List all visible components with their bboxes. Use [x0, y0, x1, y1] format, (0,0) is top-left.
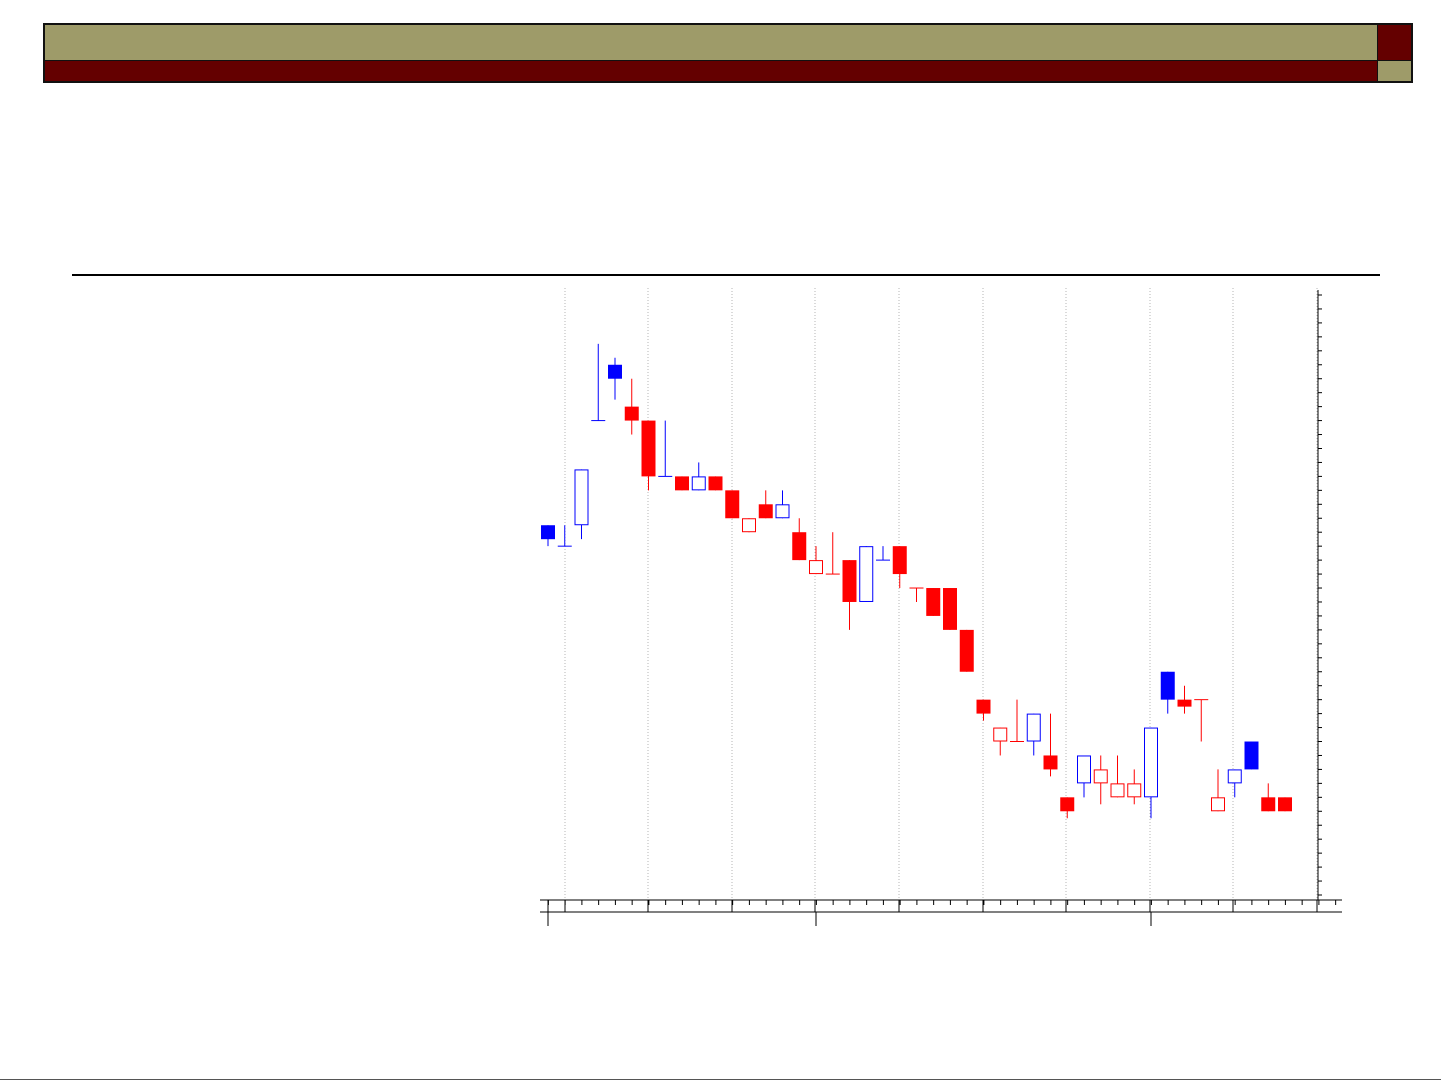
- candle-body: [809, 560, 823, 575]
- candle-body: [1043, 755, 1058, 770]
- candle: [1043, 713, 1058, 777]
- candle: [1194, 699, 1209, 742]
- candle: [1227, 769, 1242, 798]
- candle-body: [1144, 727, 1158, 798]
- candle: [1261, 783, 1276, 812]
- candle: [658, 420, 673, 477]
- candle-body: [976, 699, 991, 714]
- candle: [725, 490, 740, 519]
- candle: [842, 560, 857, 630]
- candle: [1244, 741, 1259, 770]
- candle: [591, 343, 606, 422]
- candle: [675, 476, 689, 491]
- candle-body: [1026, 713, 1041, 742]
- candle-body: [1177, 699, 1192, 707]
- candle-body: [541, 525, 555, 540]
- candle-body: [1227, 769, 1242, 784]
- candle-body: [1110, 783, 1125, 798]
- candle: [926, 588, 941, 616]
- candle: [892, 546, 907, 589]
- chart-grid: [564, 288, 1318, 900]
- candle-body: [993, 727, 1008, 742]
- candle: [742, 518, 756, 533]
- candle-body: [624, 406, 639, 421]
- candle-body: [775, 504, 790, 519]
- candle-body: [943, 588, 957, 630]
- candle-body: [1127, 783, 1142, 798]
- candle-body: [859, 546, 874, 602]
- candle: [825, 532, 840, 575]
- chart-candles: [541, 343, 1292, 819]
- candle-body: [892, 546, 907, 575]
- candle-body: [1211, 797, 1225, 812]
- candle: [641, 420, 656, 491]
- candle: [1060, 797, 1075, 819]
- candle: [1160, 671, 1175, 714]
- candle-body: [1077, 755, 1091, 784]
- candle: [943, 588, 957, 630]
- candle-body: [1244, 741, 1259, 770]
- candle-body: [1093, 769, 1108, 784]
- candle-body: [1261, 797, 1276, 812]
- candle: [1026, 713, 1041, 756]
- candle: [574, 469, 589, 540]
- candle: [976, 699, 991, 721]
- candle-body: [708, 476, 723, 491]
- candle: [792, 518, 807, 561]
- candle: [1093, 755, 1108, 805]
- candle-body: [608, 364, 622, 379]
- candle-body: [574, 469, 589, 526]
- candle-body: [959, 629, 974, 672]
- candle-body: [792, 532, 807, 561]
- candle-body: [725, 490, 740, 519]
- candle: [1177, 685, 1192, 714]
- candle-body: [1278, 797, 1292, 812]
- candle: [1278, 797, 1292, 812]
- candle-body: [758, 504, 773, 519]
- chart-axes: [540, 290, 1342, 926]
- candle: [775, 490, 790, 519]
- candle-body: [926, 588, 941, 616]
- candle: [541, 525, 555, 547]
- candle: [608, 357, 622, 400]
- candle-body: [675, 476, 689, 491]
- candle-body: [742, 518, 756, 533]
- candle: [624, 378, 639, 435]
- candle: [758, 490, 773, 519]
- candle-body: [842, 560, 857, 602]
- candle: [1127, 769, 1142, 805]
- candle: [876, 546, 890, 561]
- candle-body: [691, 476, 706, 491]
- candle: [691, 462, 706, 491]
- candle: [909, 587, 924, 602]
- candle: [1010, 699, 1024, 743]
- candle: [809, 546, 823, 575]
- candle: [1110, 755, 1125, 798]
- candle: [959, 629, 974, 672]
- candle: [1144, 727, 1158, 819]
- candle: [859, 546, 874, 602]
- candle: [1077, 755, 1091, 798]
- candle-body: [641, 420, 656, 477]
- candlestick-chart: [540, 288, 1342, 926]
- candle-body: [1160, 671, 1175, 700]
- candle: [557, 525, 572, 547]
- candle: [993, 727, 1008, 756]
- candle-body: [1060, 797, 1075, 812]
- candle: [708, 476, 723, 491]
- candle: [1211, 769, 1225, 812]
